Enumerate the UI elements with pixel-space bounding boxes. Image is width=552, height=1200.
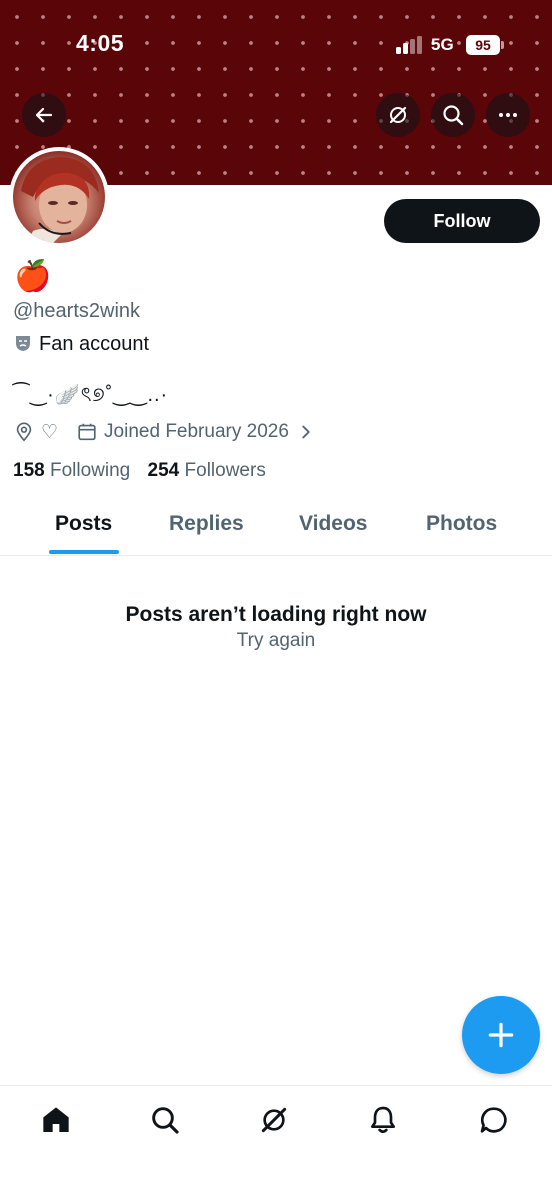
bio: Fan account — [13, 333, 149, 356]
followers-link[interactable]: 254 Followers — [148, 460, 266, 481]
error-title: Posts aren’t loading right now — [125, 603, 427, 626]
avatar[interactable] — [9, 147, 109, 247]
mask-icon — [16, 336, 30, 351]
following-count: 158 — [13, 460, 45, 481]
arrow-left-icon — [35, 107, 53, 123]
followers-label: Followers — [184, 460, 266, 481]
active-tab-indicator — [49, 550, 119, 554]
search-icon — [443, 105, 464, 126]
message-icon — [480, 1107, 507, 1133]
avatar-portrait — [21, 157, 99, 243]
battery-icon: 95 — [466, 35, 500, 55]
tab-replies[interactable]: Replies — [169, 512, 244, 536]
nav-messages[interactable] — [478, 1104, 510, 1136]
profile-tabs: Posts Replies Videos Photos — [0, 500, 552, 556]
more-button[interactable] — [486, 93, 530, 137]
status-time: 4:05 — [76, 30, 125, 56]
location-text: ♡ — [41, 421, 59, 443]
nav-home[interactable] — [40, 1104, 72, 1136]
grok-icon — [261, 1107, 287, 1133]
location-icon — [16, 422, 32, 442]
nav-grok[interactable] — [258, 1104, 290, 1136]
tab-posts[interactable]: Posts — [55, 512, 112, 536]
more-icon — [499, 113, 517, 117]
bio-decoration: ⁀‿·🪽ৎ୭˚‿‿..· — [13, 384, 169, 406]
grok-icon — [389, 106, 407, 124]
plus-icon — [488, 1022, 514, 1048]
search-icon — [152, 1107, 179, 1134]
status-bar: 4:05 5G 95 — [0, 0, 552, 90]
chevron-right-icon[interactable] — [295, 421, 317, 443]
nav-search[interactable] — [149, 1104, 181, 1136]
signal-icon — [396, 36, 422, 54]
display-name: 🍎 — [14, 260, 52, 293]
retry-button[interactable]: Try again — [0, 630, 552, 652]
follow-button[interactable]: Follow — [384, 199, 540, 243]
following-link[interactable]: 158 Following — [13, 460, 130, 481]
search-button[interactable] — [431, 93, 475, 137]
joined-date: Joined February 2026 — [104, 421, 289, 442]
bottom-nav — [0, 1085, 552, 1200]
nav-notifications[interactable] — [367, 1104, 399, 1136]
calendar-icon — [78, 423, 96, 441]
back-button[interactable] — [22, 93, 66, 137]
profile-meta: ♡ Joined February 2026 — [13, 420, 317, 444]
tab-photos[interactable]: Photos — [426, 512, 497, 536]
bell-icon — [371, 1106, 395, 1133]
home-icon — [43, 1107, 69, 1132]
network-type: 5G — [431, 35, 454, 54]
avatar-image — [13, 151, 105, 243]
bio-text: Fan account — [39, 333, 150, 355]
compose-button[interactable] — [462, 996, 540, 1074]
followers-count: 254 — [147, 460, 180, 481]
follow-counts: 158 Following 254 Followers — [13, 460, 278, 482]
grok-button[interactable] — [376, 93, 420, 137]
battery-tip — [501, 41, 504, 49]
handle: @hearts2wink — [13, 300, 141, 322]
following-label: Following — [49, 460, 131, 481]
tab-videos[interactable]: Videos — [299, 512, 367, 536]
